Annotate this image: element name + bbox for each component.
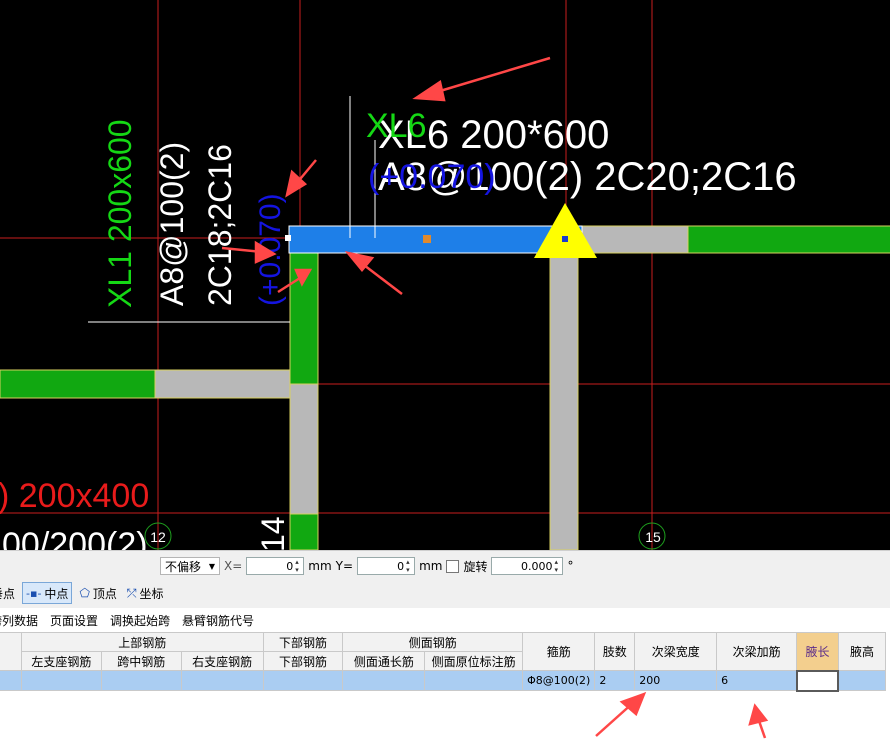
- rebar-table-grid: 上部钢筋 下部钢筋 侧面钢筋 箍筋 肢数 次梁宽度 次梁加筋 腋长 腋高 左支座…: [0, 632, 887, 692]
- cell-secondary-add[interactable]: 6: [716, 670, 798, 691]
- offset-mode-dropdown[interactable]: 不偏移 ▼: [160, 557, 220, 575]
- col-header-mid-span[interactable]: 跨中钢筋: [100, 651, 182, 671]
- col-header-side-original[interactable]: 侧面原位标注筋: [424, 651, 524, 671]
- col-header-blank: [0, 632, 22, 671]
- menu-cantilever-code[interactable]: 悬臂钢筋代号: [182, 612, 254, 629]
- col-header-stirrup[interactable]: 箍筋: [522, 632, 596, 671]
- rotate-input[interactable]: 0.000: [491, 557, 564, 575]
- snap-coordinate[interactable]: ⤱ 坐标: [124, 583, 167, 603]
- support-marker-grip[interactable]: [562, 236, 568, 242]
- group-header-top: 上部钢筋: [20, 632, 264, 652]
- beam-label-white-partial: 00/200(2): [2, 526, 148, 550]
- cell-left-support[interactable]: [20, 670, 102, 691]
- menu-page-setup[interactable]: 页面设置: [50, 612, 98, 629]
- snap-toolbar: 不偏移 ▼ X= 0 mm Y= 0 mm 旋转 0.000 ° 垂点 -▪- …: [0, 550, 890, 609]
- group-header-bottom: 下部钢筋: [262, 632, 344, 652]
- beam-label-xl1-stirrup: A8@100(2): [154, 142, 190, 306]
- chevron-down-icon: ▼: [208, 561, 215, 571]
- col-header-side-through[interactable]: 侧面通长筋: [342, 651, 426, 671]
- snap-midpoint[interactable]: -▪- 中点: [22, 582, 73, 604]
- col-header-secondary-width[interactable]: 次梁宽度: [634, 632, 718, 671]
- col-header-legs[interactable]: 肢数: [594, 632, 636, 671]
- cell-side-original[interactable]: [424, 670, 524, 691]
- beam-label-red: ) 200x400: [0, 477, 149, 515]
- x-unit: mm: [308, 559, 332, 573]
- cell-secondary-width[interactable]: 200: [634, 670, 718, 691]
- snap-vertex[interactable]: ⬠ 顶点: [76, 583, 119, 603]
- drawing-svg[interactable]: 12 15 XL6 200*600 A8@100(2) 2C20;2C16 XL…: [0, 0, 890, 550]
- col-header-haunch-length[interactable]: 腋长: [796, 632, 839, 671]
- y-label: Y=: [335, 559, 354, 573]
- x-input[interactable]: 0: [246, 557, 305, 575]
- snap-mode-row: 垂点 -▪- 中点 ⬠ 顶点 ⤱ 坐标: [0, 581, 167, 605]
- beam-label-white-partial-2: 14: [255, 516, 291, 550]
- axis-circles: [144, 522, 666, 550]
- menu-span-data[interactable]: 跨列数据: [0, 612, 38, 629]
- table-header-row-1: 上部钢筋 下部钢筋 侧面钢筋 箍筋 肢数 次梁宽度 次梁加筋 腋长 腋高: [0, 632, 887, 671]
- group-header-side: 侧面钢筋: [342, 632, 524, 652]
- y-unit: mm: [419, 559, 443, 573]
- table-row[interactable]: Φ8@100(2) 2 200 6: [0, 669, 887, 692]
- rebar-table: 上部钢筋 下部钢筋 侧面钢筋 箍筋 肢数 次梁宽度 次梁加筋 腋长 腋高 左支座…: [0, 632, 890, 749]
- x-label: X=: [224, 559, 243, 573]
- rotate-label: 旋转: [463, 559, 488, 574]
- rotate-unit: °: [567, 559, 574, 573]
- snap-perpendicular[interactable]: 垂点: [0, 583, 18, 603]
- pentagon-icon: ⬠: [79, 586, 90, 600]
- col-header-haunch-height[interactable]: 腋高: [837, 632, 887, 671]
- col-header-right-support[interactable]: 右支座钢筋: [180, 651, 264, 671]
- cell-mid-span[interactable]: [100, 670, 182, 691]
- col-header-left-support[interactable]: 左支座钢筋: [20, 651, 102, 671]
- cell-side-through[interactable]: [342, 670, 426, 691]
- beam-label-xl6-elevation: (+0.070): [368, 158, 496, 196]
- cell-haunch-length[interactable]: [795, 669, 840, 692]
- offset-mode-value: 不偏移: [165, 559, 202, 574]
- beam-label-xl6-name: XL6: [366, 107, 427, 145]
- axis-label-12: 12: [150, 529, 166, 545]
- col-header-bottom-rebar[interactable]: 下部钢筋: [262, 651, 344, 671]
- beam-label-xl1-name: XL1 200x600: [102, 119, 138, 308]
- beam-label-xl1-rebar: 2C18;2C16: [202, 144, 238, 306]
- midpoint-icon: -▪-: [26, 586, 42, 600]
- coordinate-row: 不偏移 ▼ X= 0 mm Y= 0 mm 旋转 0.000 °: [160, 554, 573, 578]
- selected-beam-xl6[interactable]: [288, 225, 583, 254]
- y-input[interactable]: 0: [357, 557, 416, 575]
- cell-stirrup[interactable]: Φ8@100(2): [522, 670, 596, 691]
- rotate-checkbox[interactable]: [446, 559, 460, 573]
- cad-canvas[interactable]: 12 15 XL6 200*600 A8@100(2) 2C20;2C16 XL…: [0, 0, 890, 550]
- cell-haunch-height[interactable]: [837, 670, 887, 691]
- table-menu: 跨列数据 页面设置 调换起始跨 悬臂钢筋代号: [0, 608, 890, 632]
- coordinate-icon: ⤱: [126, 585, 137, 600]
- beam-grip-midpoint[interactable]: [423, 235, 431, 243]
- menu-swap-start-span[interactable]: 调换起始跨: [110, 612, 170, 629]
- axis-label-15: 15: [645, 529, 661, 545]
- cell-legs[interactable]: 2: [594, 670, 636, 691]
- cell-right-support[interactable]: [180, 670, 264, 691]
- cell-bottom-rebar[interactable]: [262, 670, 344, 691]
- col-header-secondary-add[interactable]: 次梁加筋: [716, 632, 798, 671]
